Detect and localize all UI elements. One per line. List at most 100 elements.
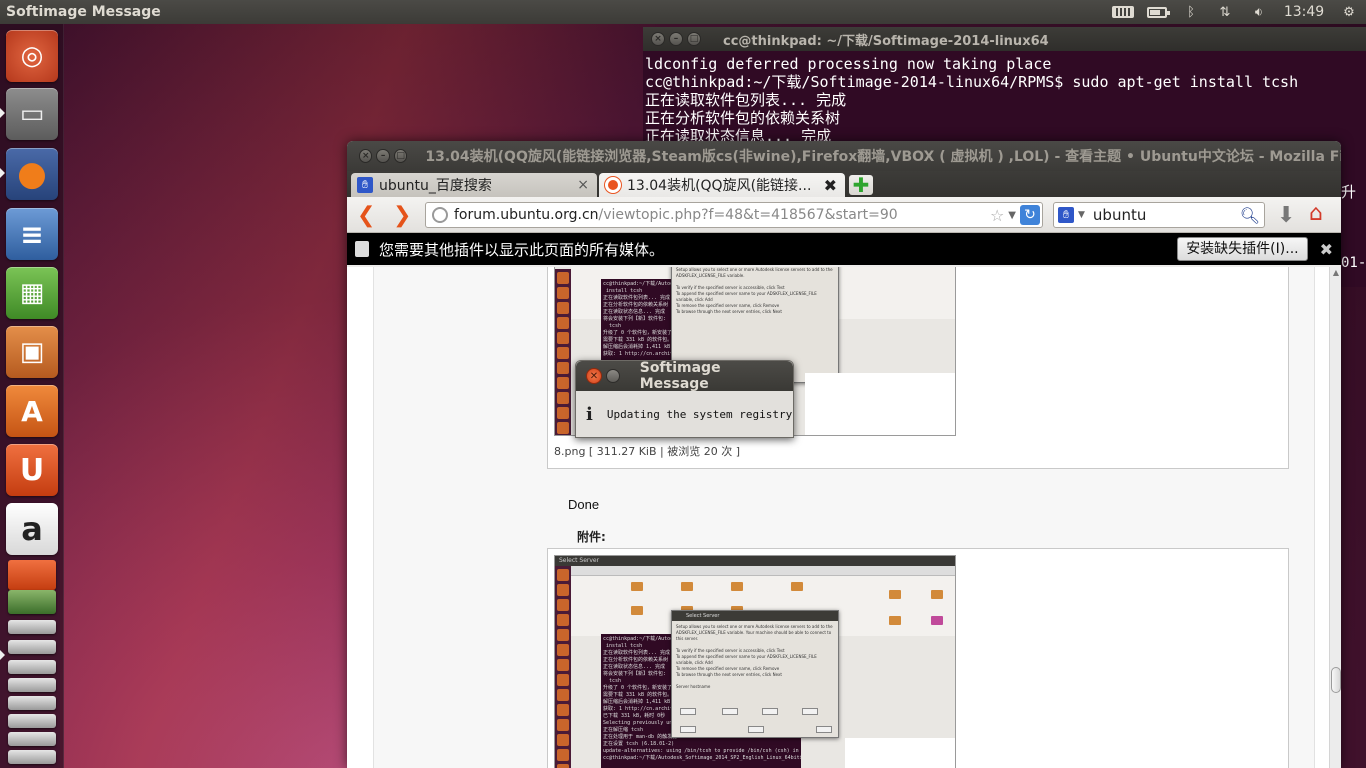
running-indicator (0, 168, 5, 178)
dialog-message: Updating the system registry (606, 407, 793, 421)
url-bar[interactable]: forum.ubuntu.org.cn/viewtopic.php?f=48&t… (425, 202, 1043, 228)
launcher-folded-icon[interactable] (8, 590, 56, 614)
reload-icon[interactable]: ↻ (1020, 205, 1040, 225)
back-icon[interactable]: ❮ (357, 203, 375, 228)
maximize-icon[interactable]: □ (687, 32, 701, 46)
dialog-title: Softimage Message (639, 360, 721, 392)
forward-icon[interactable]: ❯ (393, 203, 411, 228)
attachments-heading: 附件: (577, 530, 606, 544)
terminal-title: cc@thinkpad: ~/下载/Softimage-2014-linux64 (723, 33, 1049, 49)
search-value: ubuntu (1092, 206, 1147, 224)
close-icon[interactable]: ✖ (824, 176, 837, 195)
thumbnail-titlebar: Select Server (555, 556, 955, 566)
launcher-folded-icon[interactable] (8, 640, 56, 654)
terminal-peek-text: 升 (1341, 183, 1357, 201)
page-scrollbar[interactable]: ▲ (1329, 267, 1341, 768)
launcher-folded-icon[interactable] (8, 660, 56, 674)
terminal-titlebar[interactable]: × – □ cc@thinkpad: ~/下载/Softimage-2014-l… (643, 27, 1366, 51)
globe-icon (432, 207, 448, 223)
plugin-message: 您需要其他插件以显示此页面的所有媒体。 (379, 240, 665, 259)
post-text: Done (568, 497, 600, 512)
baidu-paw-icon: ✋︎ (357, 177, 373, 193)
launcher-firefox-icon[interactable]: ● (6, 148, 58, 200)
search-input[interactable]: ✋︎ ▼ ubuntu 🔍︎ (1053, 202, 1265, 228)
indicator-area: ᛒ ⇅ 🔉︎ 13:49 ⚙ (1106, 0, 1366, 24)
tab-ubuntu-forum[interactable]: 13.04装机(QQ旋风(能链接... ✖ (599, 173, 845, 197)
install-plugins-button[interactable]: 安装缺失插件(I)... (1177, 237, 1308, 261)
terminal-line: cc@thinkpad:~/下载/Softimage-2014-linux64/… (645, 73, 1299, 91)
thumbnail-dialog: Select Server Setup allows you to select… (671, 610, 839, 738)
chevron-down-icon[interactable]: ▼ (1078, 210, 1085, 220)
attachment-box: Select Server cc@thinkpad:~/下载/Autodesk … (547, 548, 1289, 768)
ubuntu-logo-icon (605, 177, 621, 193)
close-icon[interactable]: × (359, 149, 373, 163)
chevron-down-icon[interactable]: ▼ (1008, 210, 1016, 221)
launcher-impress-icon[interactable]: ▣ (6, 326, 58, 378)
battery-icon[interactable] (1140, 0, 1174, 24)
scroll-up-icon[interactable]: ▲ (1331, 269, 1341, 277)
plugin-icon (355, 241, 369, 257)
launcher-writer-icon[interactable]: ≡ (6, 208, 58, 260)
close-icon[interactable]: × (651, 32, 665, 46)
url-path: /viewtopic.php?f=48&t=418567&start=90 (598, 207, 898, 223)
launcher-calc-icon[interactable]: ▦ (6, 267, 58, 319)
page-content[interactable]: cc@thinkpad:~/下载/Autodesk install tcsh 正… (347, 267, 1341, 768)
launcher-software-center-icon[interactable]: A (6, 385, 58, 437)
terminal-line: 正在读取软件包列表... 完成 (645, 91, 847, 109)
minimize-icon[interactable]: – (669, 32, 683, 46)
minimize-icon[interactable]: – (376, 149, 390, 163)
close-icon[interactable]: ✕ (586, 368, 602, 384)
search-icon[interactable]: 🔍︎ (1240, 206, 1260, 225)
launcher-folded-icon[interactable] (8, 678, 56, 692)
clock[interactable]: 13:49 (1276, 0, 1332, 24)
network-icon[interactable]: ⇅ (1208, 0, 1242, 24)
launcher-folded-icon[interactable] (8, 732, 56, 746)
bookmark-star-icon[interactable]: ☆ (990, 206, 1004, 225)
dialog-body: i Updating the system registry (576, 391, 793, 437)
terminal-peek-text: 01- (1341, 255, 1366, 271)
bluetooth-icon[interactable]: ᛒ (1174, 0, 1208, 24)
browser-title: 13.04装机(QQ旋风(能链接浏览器,Steam版cs(非wine),Fire… (425, 149, 1341, 165)
download-icon[interactable]: ⬇ (1277, 203, 1295, 228)
maximize-icon[interactable] (605, 369, 620, 383)
attachment-caption: 8.png [ 311.27 KiB | 被浏览 20 次 ] (554, 445, 740, 458)
active-window-title: Softimage Message (6, 4, 161, 20)
navigation-toolbar: ❮ ❯ forum.ubuntu.org.cn/viewtopic.php?f=… (347, 197, 1341, 233)
volume-icon[interactable]: 🔉︎ (1242, 0, 1276, 24)
top-panel: Softimage Message ᛒ ⇅ 🔉︎ 13:49 ⚙ (0, 0, 1366, 24)
launcher-folded-icon[interactable] (8, 714, 56, 728)
new-tab-button[interactable]: ✚ (849, 175, 873, 195)
dialog-titlebar[interactable]: ✕ Softimage Message (576, 360, 793, 392)
launcher-folded-icon[interactable] (8, 560, 56, 590)
missing-plugin-bar: 您需要其他插件以显示此页面的所有媒体。 安装缺失插件(I)... ✖ (347, 233, 1341, 265)
launcher-folded-icon[interactable] (8, 750, 56, 764)
launcher-folded-icon[interactable] (8, 620, 56, 634)
keyboard-icon[interactable] (1106, 0, 1140, 24)
firefox-window[interactable]: × – □ 13.04装机(QQ旋风(能链接浏览器,Steam版cs(非wine… (347, 141, 1341, 768)
running-indicator (0, 108, 5, 118)
browser-titlebar[interactable]: × – □ 13.04装机(QQ旋风(能链接浏览器,Steam版cs(非wine… (347, 141, 1341, 171)
tab-baidu-search[interactable]: ✋︎ ubuntu_百度搜索 × (351, 173, 597, 197)
launcher-folded-icon[interactable] (8, 696, 56, 710)
running-indicator (0, 650, 5, 660)
terminal-line: 正在分析软件包的依赖关系树 (645, 109, 841, 127)
launcher: ◎ ▭ ● ≡ ▦ ▣ A U a (0, 24, 64, 768)
home-icon[interactable]: ⌂ (1309, 201, 1335, 227)
softimage-message-dialog[interactable]: ✕ Softimage Message i Updating the syste… (575, 360, 794, 438)
launcher-amazon-icon[interactable]: a (6, 503, 58, 555)
thumbnail-blank-area (805, 373, 955, 435)
launcher-dash-home-icon[interactable]: ◎ (6, 30, 58, 82)
terminal-output[interactable]: ldconfig deferred processing now taking … (643, 51, 1366, 145)
close-icon[interactable]: × (577, 177, 589, 193)
launcher-ubuntu-one-icon[interactable]: U (6, 444, 58, 496)
attachment-image[interactable]: Select Server cc@thinkpad:~/下载/Autodesk … (554, 555, 956, 768)
scrollbar-thumb[interactable] (1331, 667, 1341, 693)
baidu-paw-icon[interactable]: ✋︎ (1058, 207, 1074, 223)
gear-icon[interactable]: ⚙ (1332, 0, 1366, 24)
maximize-icon[interactable]: □ (393, 149, 408, 163)
thumbnail-launcher (555, 566, 571, 768)
launcher-files-icon[interactable]: ▭ (6, 88, 58, 140)
tab-strip: ✋︎ ubuntu_百度搜索 × 13.04装机(QQ旋风(能链接... ✖ ✚ (347, 171, 1341, 197)
thumbnail-dialog-title: Select Server (672, 611, 838, 621)
close-icon[interactable]: ✖ (1320, 240, 1333, 259)
